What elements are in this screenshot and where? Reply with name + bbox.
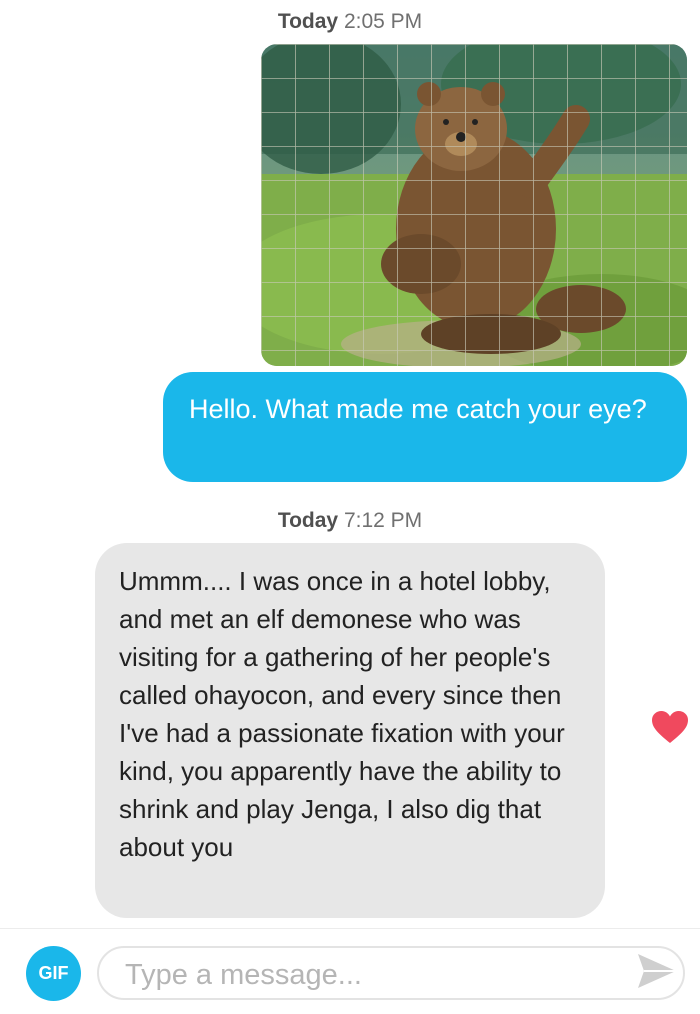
message-composer: GIF <box>0 928 700 1014</box>
heart-icon[interactable] <box>651 710 689 744</box>
received-message-text: Ummm.... I was once in a hotel lobby, an… <box>119 566 565 862</box>
timestamp-day: Today <box>277 509 339 532</box>
message-input-container[interactable] <box>97 946 685 1000</box>
sent-message-bubble[interactable]: Hello. What made me catch your eye? <box>163 372 687 482</box>
timestamp-day: Today <box>277 10 339 33</box>
message-input[interactable] <box>123 956 617 994</box>
sent-message-text: Hello. What made me catch your eye? <box>189 394 647 424</box>
bear-photo-image <box>261 44 687 366</box>
received-message-bubble[interactable]: Ummm.... I was once in a hotel lobby, an… <box>95 543 605 918</box>
sent-photo-bear[interactable] <box>261 44 687 366</box>
timestamp-time: 2:05 PM <box>343 10 423 33</box>
timestamp-2: Today 7:12 PM <box>0 509 700 533</box>
send-icon[interactable] <box>636 951 678 991</box>
timestamp-1: Today 2:05 PM <box>0 10 700 34</box>
gif-button[interactable]: GIF <box>26 946 81 1001</box>
timestamp-time: 7:12 PM <box>343 509 423 532</box>
